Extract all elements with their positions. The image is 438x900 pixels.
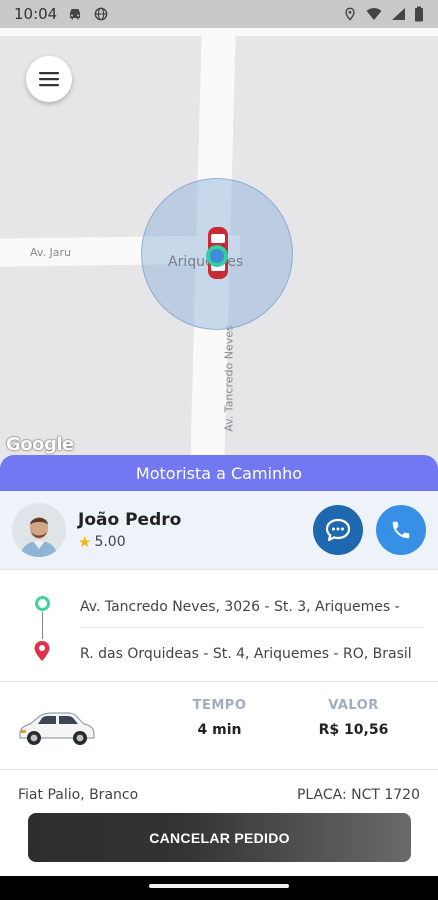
map-view[interactable]: Av. Jaru Av. Tancredo Neves Ariquemes Go… bbox=[0, 28, 438, 468]
ride-sheet: Motorista a Caminho João Pedro ★ 5.00 Av… bbox=[0, 455, 438, 876]
phone-icon bbox=[392, 521, 410, 539]
driver-rating: ★ 5.00 bbox=[78, 533, 181, 551]
ride-status-header: Motorista a Caminho bbox=[0, 455, 438, 491]
trip-price-label: VALOR bbox=[328, 698, 379, 713]
street-label-jaru: Av. Jaru bbox=[30, 246, 72, 259]
route-section: Av. Tancredo Neves, 3026 - St. 3, Arique… bbox=[0, 570, 438, 682]
destination-address: R. das Orquideas - St. 4, Ariquemes - RO… bbox=[80, 646, 412, 662]
system-nav-bar bbox=[0, 876, 438, 900]
signal-icon bbox=[392, 8, 405, 20]
trip-price-value: R$ 10,56 bbox=[318, 722, 389, 738]
trip-time-value: 4 min bbox=[197, 722, 242, 738]
hamburger-icon bbox=[39, 72, 59, 87]
trip-time-label: TEMPO bbox=[192, 698, 247, 713]
driver-card: João Pedro ★ 5.00 bbox=[0, 491, 438, 570]
origin-address: Av. Tancredo Neves, 3026 - St. 3, Arique… bbox=[80, 599, 400, 615]
route-connector bbox=[42, 612, 43, 639]
driver-avatar bbox=[12, 503, 66, 557]
chat-icon bbox=[325, 518, 351, 542]
destination-pin-icon bbox=[34, 641, 50, 661]
globe-icon bbox=[94, 7, 108, 21]
call-button[interactable] bbox=[376, 505, 426, 555]
wifi-icon bbox=[366, 8, 382, 20]
status-bar: 10:04 bbox=[0, 0, 438, 28]
status-time: 10:04 bbox=[14, 5, 58, 23]
driver-rating-value: 5.00 bbox=[94, 533, 126, 550]
menu-button[interactable] bbox=[26, 56, 72, 102]
trip-info-section: TEMPO 4 min VALOR R$ 10,56 bbox=[0, 682, 438, 770]
home-handle[interactable] bbox=[149, 884, 289, 888]
car-image bbox=[19, 712, 95, 745]
trip-price: VALOR R$ 10,56 bbox=[316, 698, 391, 738]
origin-pin-icon bbox=[35, 596, 50, 611]
user-location-dot bbox=[206, 245, 228, 267]
chat-button[interactable] bbox=[313, 505, 363, 555]
route-divider bbox=[80, 627, 424, 628]
vehicle-plate: PLACA: NCT 1720 bbox=[296, 787, 420, 803]
battery-icon bbox=[415, 6, 423, 22]
google-logo: Google bbox=[6, 434, 74, 455]
star-icon: ★ bbox=[78, 532, 92, 551]
driver-name: João Pedro bbox=[78, 509, 182, 530]
trip-time: TEMPO 4 min bbox=[182, 698, 257, 738]
cancel-order-button[interactable]: CANCELAR PEDIDO bbox=[28, 813, 411, 862]
car-icon bbox=[70, 9, 81, 20]
location-icon bbox=[345, 7, 355, 21]
vehicle-model: Fiat Palio, Branco bbox=[18, 787, 139, 803]
